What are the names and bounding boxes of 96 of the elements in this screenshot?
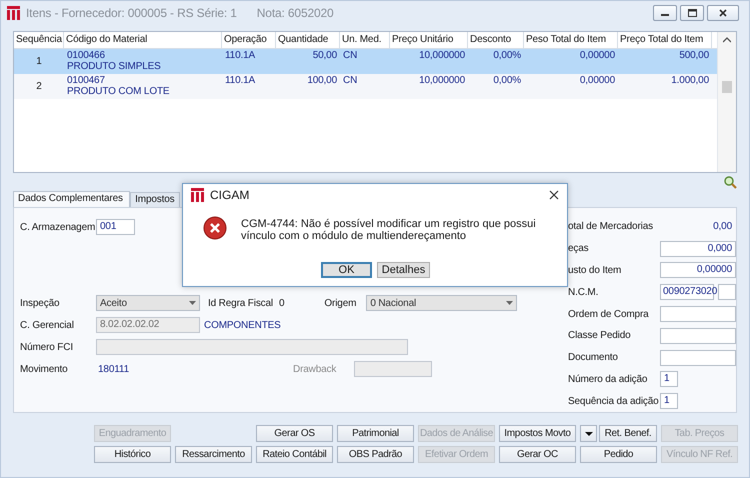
column-header[interactable]: Operação	[222, 32, 276, 48]
column-header[interactable]: Sequência	[14, 32, 64, 48]
window-title: Itens - Fornecedor: 000005 - RS Série: 1	[26, 6, 237, 20]
input-field[interactable]	[660, 328, 736, 344]
field-label: Inspeção	[20, 298, 60, 308]
field-label: Id Regra Fiscal	[208, 298, 273, 308]
input-field[interactable]: 001	[96, 219, 135, 235]
input-field[interactable]: 0,00000	[660, 262, 736, 278]
table-cell-text: 1	[35, 55, 43, 69]
search-icon[interactable]	[724, 176, 737, 189]
field-label: C. Armazenagem	[20, 222, 96, 232]
action-button[interactable]: OBS Padrão	[337, 446, 414, 463]
column-header[interactable]: Un. Med.	[340, 32, 390, 48]
field-value: 0,00	[713, 221, 732, 232]
input-field[interactable]	[660, 350, 736, 366]
caret-icon	[189, 301, 196, 305]
input-field[interactable]: 0,000	[660, 240, 736, 257]
link-text[interactable]: 180111	[98, 364, 129, 374]
action-button[interactable]: Histórico	[94, 446, 171, 463]
field-label: Drawback	[293, 364, 336, 374]
dialog-button[interactable]: Detalhes	[377, 262, 430, 278]
action-button[interactable]: Impostos Movto	[499, 425, 576, 442]
table-row[interactable]: 1 0100466 PRODUTO SIMPLES 110.1A 50,00 CN 10,000000 0,00% 0,00000 500,00	[14, 49, 717, 74]
table-cell-text: 0100466	[67, 50, 106, 61]
caret-icon	[584, 432, 592, 436]
field-label: Número da adição	[568, 374, 648, 385]
tab[interactable]: Dados Complementares	[13, 191, 130, 207]
table-cell-text: PRODUTO COM LOTE	[67, 86, 170, 97]
input-field[interactable]	[660, 306, 736, 322]
field-label: Sequência da adição	[568, 396, 660, 407]
input-field[interactable]: 1	[660, 371, 678, 388]
error-message: CGM-4744: Não é possível modificar um registro que possui vínculo com o módulo de multiendereçamento	[241, 217, 537, 244]
error-icon	[203, 216, 227, 240]
table-cell-text: 500,00	[678, 49, 710, 63]
restore-icon	[688, 9, 696, 17]
link-text[interactable]: COMPONENTES	[204, 320, 281, 330]
field-label: C. Gerencial	[20, 320, 75, 330]
close-button[interactable]	[707, 5, 739, 21]
dialog-title: CIGAM	[210, 188, 250, 202]
field-label: Origem	[324, 298, 356, 308]
field-label: eças	[568, 243, 590, 254]
close-icon	[719, 9, 727, 17]
field-label: Classe Pedido	[568, 330, 632, 342]
field-label: N.C.M.	[568, 286, 600, 298]
field-label: usto do Item	[568, 264, 622, 276]
minimize-button[interactable]	[653, 5, 677, 21]
table-cell-text: 0,00%	[492, 49, 522, 63]
field-label: Documento	[568, 352, 619, 364]
close-icon[interactable]	[549, 190, 559, 200]
table-cell-text: 0,00000	[578, 49, 616, 63]
table-cell-text: CN	[342, 49, 358, 63]
action-button[interactable]: Gerar OS	[256, 425, 333, 442]
logo-icon	[7, 6, 20, 20]
action-button[interactable]: Ret. Benef.	[599, 425, 657, 442]
column-header[interactable]: Quantidade	[276, 32, 340, 48]
action-button[interactable]: Gerar OC	[499, 446, 576, 463]
table-cell-text: 2	[35, 80, 43, 94]
scroll-up-icon[interactable]	[723, 37, 731, 43]
input-field[interactable]	[718, 284, 736, 300]
column-header[interactable]: Código do Material	[64, 32, 222, 48]
table-cell-text: 0,00%	[492, 74, 522, 88]
field-label: Ordem de Compra	[568, 308, 650, 320]
table-cell-text: CN	[342, 74, 358, 88]
table-cell-text: 110.1A	[224, 74, 256, 88]
field-label: Movimento	[20, 364, 69, 374]
column-header[interactable]: Preço Unitário	[390, 32, 468, 48]
table-row[interactable]: 2 0100467 PRODUTO COM LOTE 110.1A 100,00 CN 10,000000 0,00% 0,00000 1.000,00	[14, 74, 717, 99]
scrollbar[interactable]	[717, 32, 736, 172]
action-button[interactable]: Patrimonial	[337, 425, 414, 442]
column-header[interactable]: Peso Total do Item	[524, 32, 618, 48]
field-label: otal de Mercadorias	[568, 221, 654, 232]
restore-button[interactable]	[680, 5, 704, 21]
dialog-button[interactable]: OK	[321, 262, 372, 278]
scroll-thumb[interactable]	[722, 81, 732, 93]
action-button[interactable]: Pedido	[580, 446, 657, 463]
table-cell-text: 0,00000	[578, 74, 616, 88]
table-cell-text: 10,000000	[418, 49, 466, 63]
table-cell-text: PRODUTO SIMPLES	[67, 61, 162, 72]
column-header[interactable]: Preço Total do Item	[618, 32, 712, 48]
table-cell-text: 0100467	[67, 75, 106, 86]
action-button[interactable]: Ressarcimento	[175, 446, 252, 463]
caret-icon	[506, 301, 514, 305]
table-cell-text: 110.1A	[224, 49, 256, 63]
table-cell-text: 50,00	[312, 49, 338, 63]
field-label: Número FCI	[20, 342, 74, 352]
table-cell-text: 10,000000	[418, 74, 466, 88]
table-cell-text: 1.000,00	[670, 74, 710, 88]
window-subtitle: Nota: 6052020	[256, 6, 334, 20]
dropdown-arrow-button[interactable]	[580, 425, 597, 442]
input-field[interactable]: 1	[660, 393, 678, 410]
column-header[interactable]: Desconto	[468, 32, 524, 48]
logo-icon	[191, 188, 204, 202]
action-button[interactable]: Rateio Contábil	[256, 446, 333, 463]
tab[interactable]: Impostos	[130, 192, 180, 207]
field-value: 0	[279, 298, 284, 308]
table-cell-text: 100,00	[306, 74, 338, 88]
